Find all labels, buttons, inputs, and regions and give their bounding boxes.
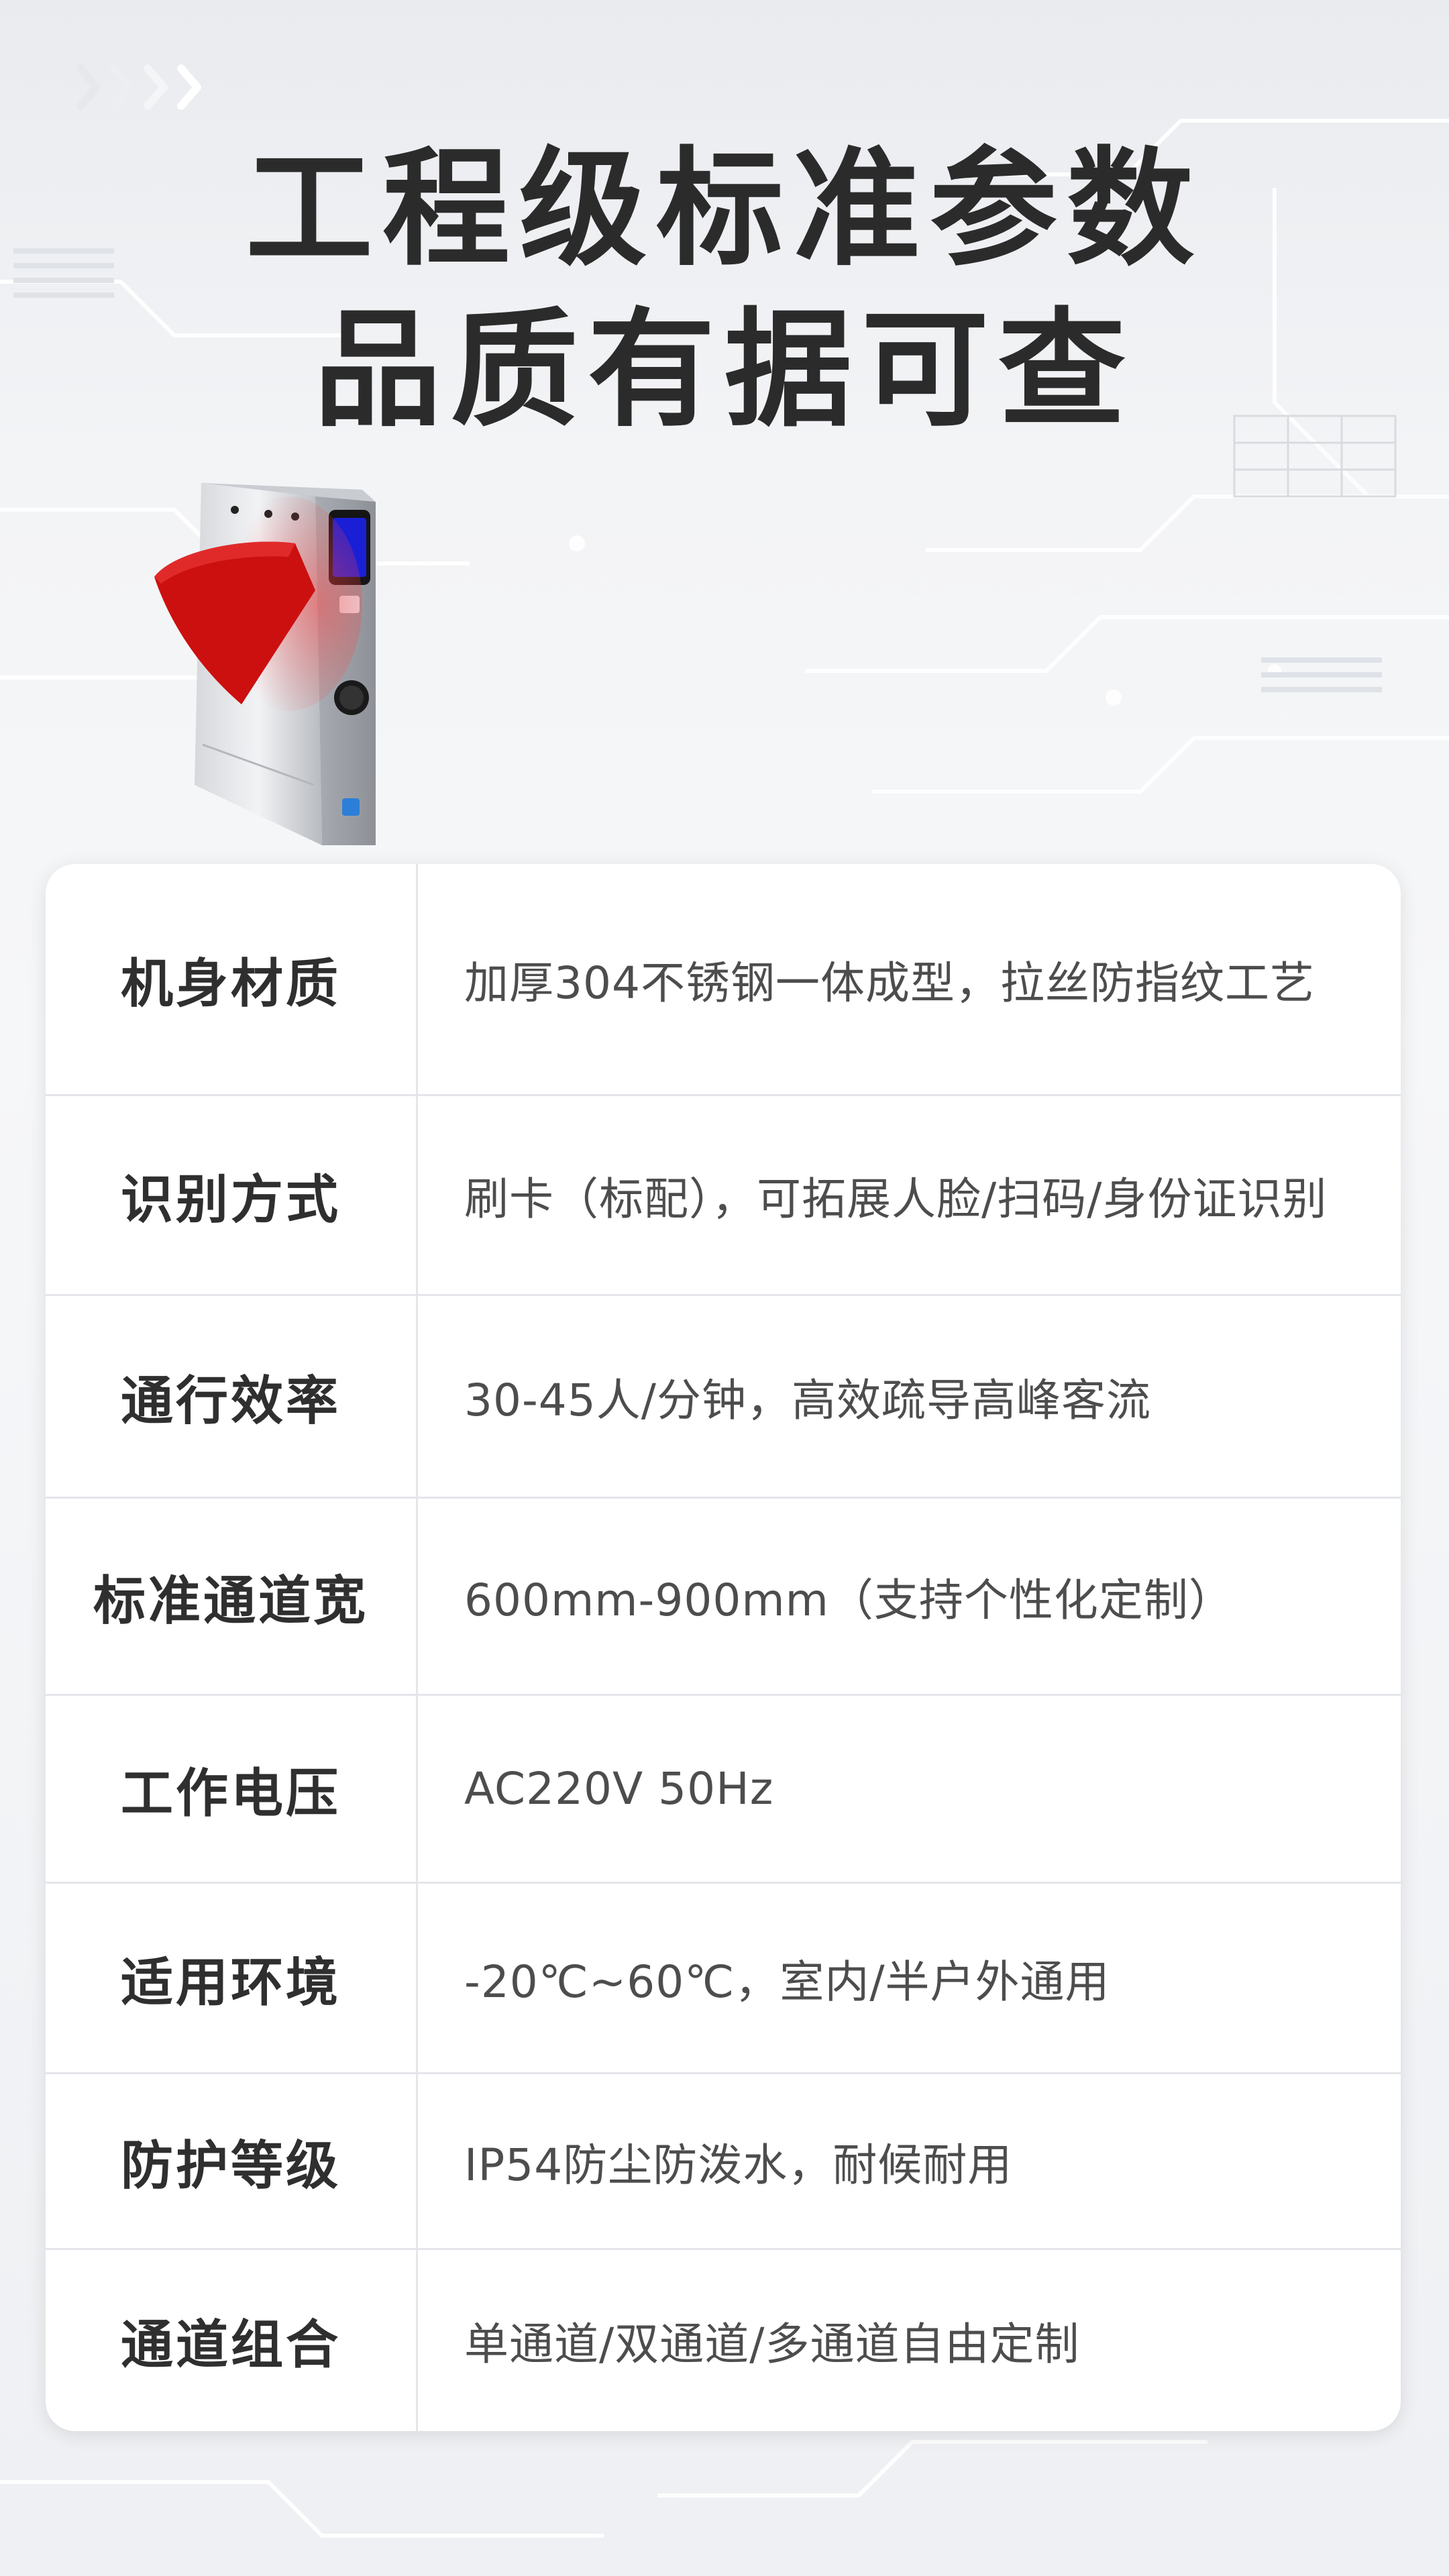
spec-value: 30-45人/分钟，高效疏导高峰客流 <box>464 1374 1152 1426</box>
table-row: 机身材质 加厚304不锈钢一体成型，拉丝防指纹工艺 <box>46 864 1401 1096</box>
spec-label: 机身材质 <box>120 953 341 1014</box>
table-row: 识别方式 刷卡（标配），可拓展人脸/扫码/身份证识别 <box>46 1096 1401 1296</box>
spec-label: 标准通道宽 <box>93 1570 368 1631</box>
spec-value: -20℃~60℃，室内/半户外通用 <box>464 1955 1110 2008</box>
table-row: 通道组合 单通道/双通道/多通道自由定制 <box>46 2250 1401 2431</box>
spec-label: 通行效率 <box>120 1371 341 1432</box>
spec-value: 加厚304不锈钢一体成型，拉丝防指纹工艺 <box>464 957 1315 1009</box>
spec-label: 工作电压 <box>120 1763 341 1824</box>
page-title: 工程级标准参数 <box>245 135 1203 283</box>
table-row: 通行效率 30-45人/分钟，高效疏导高峰客流 <box>46 1296 1401 1499</box>
table-row: 工作电压 AC220V 50Hz <box>46 1696 1401 1884</box>
table-row: 标准通道宽 600mm-900mm（支持个性化定制） <box>46 1499 1401 1696</box>
table-row: 适用环境 -20℃~60℃，室内/半户外通用 <box>46 1884 1401 2074</box>
spec-value: AC220V 50Hz <box>464 1763 774 1815</box>
chevron-arrows-icon <box>76 64 201 110</box>
flap-barrier-turnstile-image <box>154 483 376 845</box>
spec-table: 机身材质 加厚304不锈钢一体成型，拉丝防指纹工艺 识别方式 刷卡（标配），可拓… <box>46 864 1401 2431</box>
spec-label: 防护等级 <box>120 2135 341 2196</box>
spec-value: IP54防尘防泼水，耐候耐用 <box>464 2139 1013 2191</box>
spec-value: 600mm-900mm（支持个性化定制） <box>464 1574 1234 1626</box>
page-subtitle: 品质有据可查 <box>313 296 1135 444</box>
table-row: 防护等级 IP54防尘防泼水，耐候耐用 <box>46 2074 1401 2250</box>
spec-value: 刷卡（标配），可拓展人脸/扫码/身份证识别 <box>464 1173 1328 1225</box>
spec-label: 通道组合 <box>120 2315 341 2375</box>
spec-label: 识别方式 <box>120 1169 341 1230</box>
spec-value: 单通道/双通道/多通道自由定制 <box>464 2318 1080 2370</box>
spec-label: 适用环境 <box>120 1952 341 2013</box>
